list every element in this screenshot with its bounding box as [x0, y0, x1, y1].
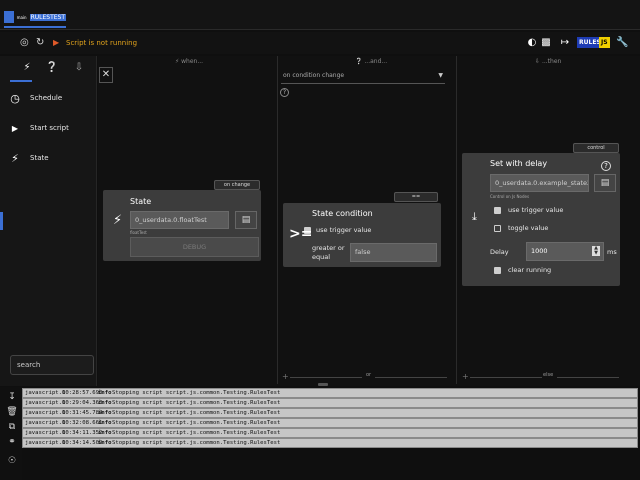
tab-name: RULESTEST [29, 13, 66, 21]
log-list: javascript.010:28:57.690infoStopping scr… [22, 388, 640, 450]
else-label: else [543, 372, 554, 378]
condition-mode-value: on condition change [283, 72, 345, 79]
use-trigger-label: use trigger value [508, 206, 564, 214]
else-line [470, 377, 542, 378]
locate-icon[interactable]: ◎ [20, 32, 29, 54]
object-sublabel: floatTest [130, 230, 147, 235]
export-icon[interactable]: ▩ [540, 37, 552, 49]
sidebar-item-label: Schedule [30, 94, 63, 102]
eye-off-icon[interactable]: ☉ [6, 455, 18, 467]
scroll-down-icon[interactable]: ↧ [6, 391, 18, 403]
sidebar-item-state[interactable]: ⚡ State [0, 147, 97, 169]
sidebar-item-start-script[interactable]: ▶ Start script [0, 117, 97, 139]
add-else-icon[interactable]: + [462, 372, 469, 381]
resize-handle[interactable] [318, 383, 328, 386]
card-title: State [130, 197, 152, 206]
delete-icon[interactable]: 🗑 [6, 406, 18, 418]
condition-value-field[interactable]: false [350, 243, 437, 262]
sidebar-item-label: State [30, 154, 49, 162]
use-trigger-label: use trigger value [316, 226, 372, 234]
log-row: javascript.010:29:04.363infoStopping scr… [22, 398, 638, 408]
download-arrow-icon: ⤓ [472, 210, 477, 223]
globe-icon[interactable]: ⚭ [6, 436, 18, 448]
refresh-icon[interactable]: ↻ [36, 32, 44, 54]
action-type-tag: control [573, 143, 619, 153]
use-trigger-checkbox[interactable] [494, 207, 501, 214]
run-icon[interactable]: ▶ [53, 32, 59, 54]
or-line [290, 377, 362, 378]
condition-mode-select[interactable]: on condition change ▼ [281, 70, 445, 84]
import-icon[interactable]: ↦ [559, 37, 571, 49]
clear-running-label: clear running [508, 266, 552, 274]
bolt-icon: ⚡ [11, 151, 19, 165]
script-status: Script is not running [66, 39, 138, 47]
column-divider [277, 56, 278, 384]
log-row: javascript.010:28:57.690infoStopping scr… [22, 388, 638, 398]
actions-tab-icon[interactable]: ⇩ [72, 62, 86, 76]
tab-prefix: main [16, 14, 27, 20]
clock-icon: ◷ [10, 91, 20, 105]
conditions-tab-icon[interactable]: ❔ [45, 62, 59, 76]
column-header-when: ⚡ when... [175, 58, 204, 65]
delay-stepper[interactable]: ▲ ▼ [592, 246, 600, 256]
copy-icon[interactable]: ⧉ [6, 421, 18, 433]
object-sublabel: Control on Js Nodes [490, 194, 530, 199]
help-icon[interactable]: ? [280, 88, 289, 97]
toggle-value-checkbox[interactable] [494, 225, 501, 232]
else-line [557, 377, 619, 378]
condition-type-tag: == [394, 192, 438, 202]
card-title: Set with delay [490, 159, 548, 168]
trigger-type-tag: on change [214, 180, 260, 190]
delay-unit: ms [607, 248, 617, 256]
active-tab-indicator [10, 80, 32, 82]
or-line [375, 377, 447, 378]
edge-accent [0, 212, 3, 230]
help-icon[interactable]: ? [601, 161, 611, 171]
add-or-icon[interactable]: + [282, 372, 289, 381]
sidebar-item-label: Start script [30, 124, 69, 132]
close-panel-button[interactable]: ✕ [99, 67, 113, 83]
select-object-button[interactable]: ▤ [594, 174, 616, 192]
caret-down-icon: ▼ [438, 72, 443, 79]
card-title: State condition [312, 209, 373, 218]
operator-symbol: >= [289, 226, 313, 242]
settings-wrench-icon[interactable]: 🔧 [616, 37, 628, 49]
debug-button[interactable]: DEBUG [130, 237, 259, 257]
object-id-field[interactable]: 0_userdata.0.floatTest [130, 211, 229, 229]
toggle-value-label: toggle value [508, 224, 549, 232]
sidebar-item-schedule[interactable]: ◷ Schedule [0, 87, 97, 109]
column-divider [456, 56, 457, 384]
or-label: or [366, 372, 372, 378]
tab-bar [0, 0, 640, 30]
log-row: javascript.010:34:11.352infoStopping scr… [22, 428, 638, 438]
tab-rulestest[interactable]: main RULESTEST [4, 8, 66, 28]
js-mode-button[interactable]: JS [599, 37, 610, 48]
object-id-field[interactable]: 0_userdata.0.example_state2 [490, 174, 589, 192]
operator-label: greater or equal [312, 244, 345, 261]
script-file-icon [4, 11, 14, 23]
column-header-then: ⇩ ...then [535, 58, 562, 65]
debug-icon[interactable]: ◐ [526, 37, 538, 49]
play-icon: ▶ [11, 123, 19, 133]
delay-label: Delay [490, 248, 509, 256]
bolt-icon: ⚡ [113, 213, 123, 228]
clear-running-checkbox[interactable] [494, 267, 501, 274]
log-row: javascript.010:31:45.784infoStopping scr… [22, 408, 638, 418]
search-input[interactable]: search [10, 355, 94, 375]
triggers-tab-icon[interactable]: ⚡ [20, 62, 34, 76]
log-row: javascript.010:32:08.661infoStopping scr… [22, 418, 638, 428]
log-row: javascript.010:34:14.509infoStopping scr… [22, 438, 638, 448]
select-object-button[interactable]: ▤ [235, 211, 257, 229]
column-header-and: ❔ ...and... [355, 58, 388, 65]
